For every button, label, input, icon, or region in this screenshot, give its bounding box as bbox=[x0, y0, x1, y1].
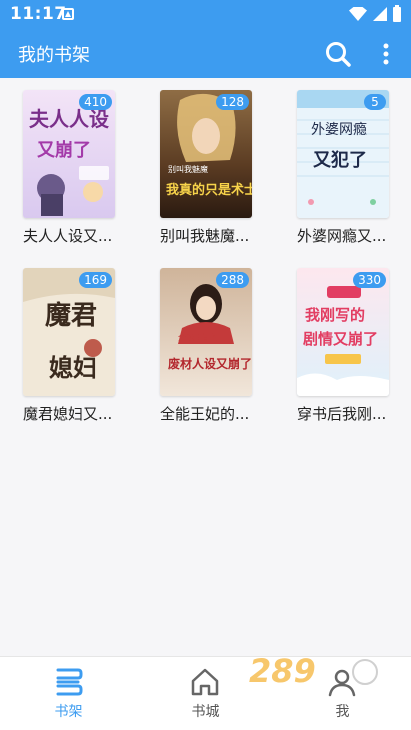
book-title[interactable]: 夫人人设又... bbox=[23, 225, 133, 246]
status-bar: 11:17 bbox=[0, 0, 411, 28]
status-time: 11:17 bbox=[10, 4, 67, 24]
svg-text:289: 289 bbox=[249, 652, 316, 690]
book-title[interactable]: 穿书后我刚... bbox=[297, 403, 407, 424]
unread-badge: 169 bbox=[79, 272, 112, 288]
nav-label: 我 bbox=[335, 704, 350, 720]
svg-text:我刚写的: 我刚写的 bbox=[305, 306, 365, 324]
svg-text:别叫我魅魔: 别叫我魅魔 bbox=[168, 164, 208, 174]
status-icons bbox=[349, 4, 401, 23]
more-options-button[interactable] bbox=[374, 38, 398, 70]
book-cover[interactable]: 全能王妃的 废材人设又崩了 288 bbox=[160, 268, 252, 396]
svg-text:媳妇: 媳妇 bbox=[49, 353, 97, 382]
app-bar: 我的书架 bbox=[0, 28, 411, 78]
unread-badge: 128 bbox=[216, 94, 249, 110]
svg-text:魔君: 魔君 bbox=[45, 301, 97, 331]
svg-text:又崩了: 又崩了 bbox=[36, 139, 91, 161]
unread-badge: 330 bbox=[353, 272, 386, 288]
battery-icon bbox=[393, 4, 401, 22]
book-cover[interactable]: 魔君 媳妇 169 bbox=[23, 268, 115, 396]
book-cover[interactable]: 外婆网瘾 又犯了 5 bbox=[297, 90, 389, 218]
unread-badge: 410 bbox=[79, 94, 112, 110]
book-cover[interactable]: 别叫我魅魔 我真的只是术士! 128 bbox=[160, 90, 252, 218]
home-icon bbox=[191, 668, 219, 696]
svg-text:夫人人设: 夫人人设 bbox=[29, 107, 109, 131]
svg-text:全能王妃的: 全能王妃的 bbox=[178, 332, 218, 342]
signal-icon bbox=[373, 7, 387, 21]
nav-label: 书架 bbox=[54, 704, 83, 720]
bookshelf-icon bbox=[56, 668, 83, 696]
unread-badge: 288 bbox=[216, 272, 249, 288]
svg-text:我真的只是术士!: 我真的只是术士! bbox=[166, 182, 252, 198]
svg-text:剧情又崩了: 剧情又崩了 bbox=[303, 330, 378, 348]
wifi-icon bbox=[349, 7, 367, 21]
book-title[interactable]: 别叫我魅魔... bbox=[160, 225, 270, 246]
search-button[interactable] bbox=[322, 38, 354, 70]
watermark-logo: 289 bbox=[249, 652, 378, 690]
page-title: 我的书架 bbox=[18, 45, 90, 66]
svg-text:废材人设又崩了: 废材人设又崩了 bbox=[168, 356, 252, 371]
book-cover[interactable]: 我刚写的 剧情又崩了 330 bbox=[297, 268, 389, 396]
nav-label: 书城 bbox=[191, 704, 220, 720]
more-vert-icon bbox=[383, 43, 389, 65]
nav-bookshelf[interactable]: 书架 bbox=[0, 657, 137, 730]
book-title[interactable]: 外婆网瘾又... bbox=[297, 225, 407, 246]
book-cover[interactable]: 夫人人设 又崩了 410 bbox=[23, 90, 115, 218]
search-icon bbox=[326, 42, 351, 67]
unread-badge: 5 bbox=[364, 94, 386, 110]
book-title[interactable]: 魔君媳妇又... bbox=[23, 403, 133, 424]
svg-text:外婆网瘾: 外婆网瘾 bbox=[311, 121, 367, 138]
notification-icon bbox=[62, 8, 74, 20]
svg-text:又犯了: 又犯了 bbox=[312, 149, 367, 171]
book-title[interactable]: 全能王妃的... bbox=[160, 403, 270, 424]
